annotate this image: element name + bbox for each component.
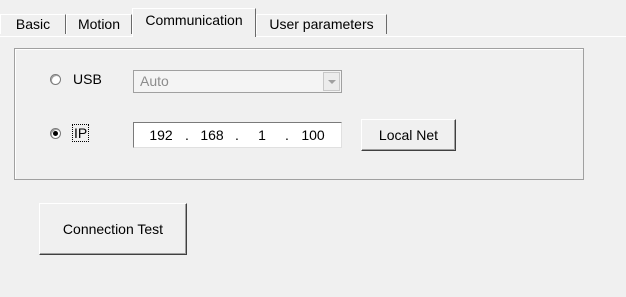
local-net-button[interactable]: Local Net <box>361 119 456 151</box>
tab-communication[interactable]: Communication <box>132 8 256 37</box>
ip-octet-4[interactable]: 100 <box>292 127 334 143</box>
radio-unchecked-icon[interactable] <box>50 73 61 85</box>
usb-mode-select[interactable]: Auto <box>133 70 342 93</box>
tab-user-parameters-label: User parameters <box>269 16 374 32</box>
tab-motion-label: Motion <box>77 16 121 32</box>
tab-motion[interactable]: Motion <box>66 14 132 34</box>
usb-radio-label: USB <box>73 71 102 87</box>
ip-octet-2[interactable]: 168 <box>192 127 232 143</box>
tab-basic-label: Basic <box>15 16 51 32</box>
tab-basic[interactable]: Basic <box>0 14 66 34</box>
chevron-down-icon[interactable] <box>323 72 340 91</box>
ip-separator-3: . <box>285 127 289 143</box>
tab-strip: Basic Motion Communication User paramete… <box>0 0 626 37</box>
radio-checked-icon[interactable] <box>50 127 61 139</box>
usb-radio-option[interactable]: USB <box>50 71 102 87</box>
ip-address-field[interactable]: 192 . 168 . 1 . 100 <box>133 122 342 148</box>
ip-octet-3[interactable]: 1 <box>242 127 282 143</box>
ip-octet-1[interactable]: 192 <box>140 127 182 143</box>
usb-mode-value: Auto <box>140 73 169 89</box>
ip-radio-option[interactable]: IP <box>50 124 90 142</box>
ip-separator-2: . <box>235 127 239 143</box>
ip-radio-label: IP <box>71 124 90 142</box>
connection-group-box <box>14 48 584 180</box>
tab-communication-label: Communication <box>145 12 243 28</box>
ip-separator-1: . <box>185 127 189 143</box>
tab-user-parameters[interactable]: User parameters <box>256 14 387 34</box>
connection-test-button[interactable]: Connection Test <box>39 203 187 255</box>
